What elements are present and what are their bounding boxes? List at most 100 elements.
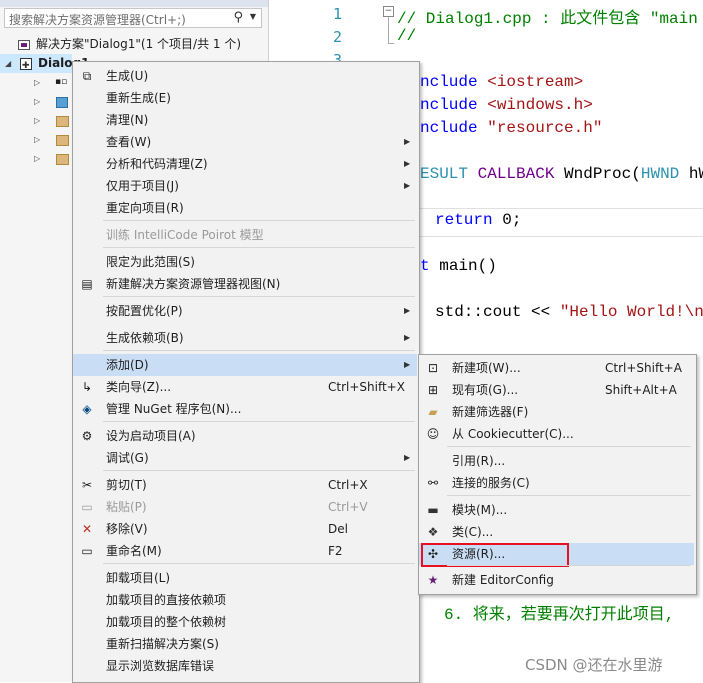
menu-item[interactable]: ✂ 剪切(T) Ctrl+X bbox=[73, 474, 417, 496]
code-token: ESULT bbox=[420, 165, 469, 183]
menu-item[interactable]: ⊞ 现有项(G)... Shift+Alt+A bbox=[419, 379, 694, 401]
menu-item: 训练 IntelliCode Poirot 模型 bbox=[73, 224, 417, 246]
collapsed-arrow-icon[interactable]: ▷ bbox=[34, 149, 40, 168]
tree-item-folder[interactable]: ▷ bbox=[0, 111, 72, 130]
menu-item[interactable]: ⊡ 新建项(W)... Ctrl+Shift+A bbox=[419, 357, 694, 379]
menu-separator bbox=[103, 563, 415, 564]
menu-item-label: 设为启动项目(A) bbox=[106, 429, 196, 443]
menu-item[interactable]: ▬ 模块(M)... bbox=[419, 499, 694, 521]
menu-item-label: 管理 NuGet 程序包(N)... bbox=[106, 402, 242, 416]
menu-item-label: 类(C)... bbox=[452, 525, 494, 539]
menu-item[interactable]: ✕ 移除(V) Del bbox=[73, 518, 417, 540]
submenu-arrow-icon: ▶ bbox=[404, 360, 411, 369]
search-box[interactable]: 搜索解决方案资源管理器(Ctrl+;) ⚲ ▼ bbox=[4, 8, 262, 28]
code-line: nclude <windows.h> bbox=[420, 96, 593, 114]
chevron-down-icon[interactable]: ▼ bbox=[250, 12, 256, 21]
tree-item-solution[interactable]: 解决方案"Dialog1"(1 个项目/共 1 个) bbox=[0, 35, 268, 54]
submenu-arrow-icon: ▶ bbox=[404, 137, 411, 146]
tree-item-folder[interactable]: ▷ bbox=[0, 130, 72, 149]
menu-item-label: 从 Cookiecutter(C)... bbox=[452, 427, 574, 441]
menu-item[interactable]: 添加(D) ▶ bbox=[73, 354, 417, 376]
menu-item-label: 模块(M)... bbox=[452, 503, 508, 517]
outline-guide bbox=[388, 17, 389, 43]
menu-item[interactable]: 清理(N) bbox=[73, 109, 417, 131]
collapse-icon[interactable]: − bbox=[383, 6, 394, 17]
menu-item[interactable]: 按配置优化(P) ▶ bbox=[73, 300, 417, 322]
code-token: nclude bbox=[420, 73, 478, 91]
collapsed-arrow-icon[interactable]: ▷ bbox=[34, 130, 40, 149]
class-icon: ❖ bbox=[427, 525, 439, 539]
submenu-arrow-icon: ▶ bbox=[404, 333, 411, 342]
menu-item[interactable]: 加载项目的直接依赖项 bbox=[73, 589, 417, 611]
menu-item[interactable]: 限定为此范围(S) bbox=[73, 251, 417, 273]
submenu-arrow-icon: ▶ bbox=[404, 306, 411, 315]
menu-item-label: 显示浏览数据库错误 bbox=[106, 659, 215, 673]
collapsed-arrow-icon[interactable]: ▷ bbox=[34, 111, 40, 130]
menu-item-label: 训练 IntelliCode Poirot 模型 bbox=[106, 228, 264, 242]
code-token: nclude bbox=[420, 119, 478, 137]
menu-item-label: 添加(D) bbox=[106, 358, 149, 372]
tree-item-project[interactable]: ◢ ✚ Dialog1 bbox=[0, 54, 89, 73]
menu-item: ▭ 粘贴(P) Ctrl+V bbox=[73, 496, 417, 518]
menu-item[interactable]: 卸载项目(L) bbox=[73, 567, 417, 589]
rename-icon: ▭ bbox=[81, 544, 93, 558]
menu-item[interactable]: ❖ 类(C)... bbox=[419, 521, 694, 543]
outline-guide bbox=[388, 43, 394, 44]
menu-item-shortcut: Ctrl+Shift+A bbox=[605, 361, 682, 375]
code-token: hWn bbox=[688, 165, 703, 183]
menu-item-label: 新建 EditorConfig bbox=[452, 573, 554, 587]
external-deps-icon bbox=[56, 97, 68, 108]
line-number: 2 bbox=[332, 28, 342, 46]
menu-item[interactable]: ↳ 类向导(Z)... Ctrl+Shift+X bbox=[73, 376, 417, 398]
menu-item[interactable]: ⚯ 连接的服务(C) bbox=[419, 472, 694, 494]
collapsed-arrow-icon[interactable]: ▷ bbox=[34, 73, 40, 92]
code-line: nclude "resource.h" bbox=[420, 119, 602, 137]
menu-item[interactable]: 生成依赖项(B) ▶ bbox=[73, 327, 417, 349]
expanded-arrow-icon[interactable]: ◢ bbox=[5, 54, 11, 73]
code-token: std::cout << bbox=[435, 303, 560, 321]
menu-item-shortcut: Ctrl+Shift+X bbox=[328, 380, 405, 394]
scissors-icon: ✂ bbox=[81, 478, 93, 492]
submenu-arrow-icon: ▶ bbox=[404, 159, 411, 168]
menu-item[interactable]: 引用(R)... bbox=[419, 450, 694, 472]
filter-folder-icon bbox=[56, 154, 69, 165]
menu-item[interactable]: ⚙ 设为启动项目(A) bbox=[73, 425, 417, 447]
collapsed-arrow-icon[interactable]: ▷ bbox=[34, 92, 40, 111]
menu-item[interactable]: ✣ 资源(R)... bbox=[419, 543, 694, 567]
tree-item-folder[interactable]: ▷ bbox=[0, 149, 72, 168]
code-line: nclude <iostream> bbox=[420, 73, 583, 91]
class-wizard-icon: ↳ bbox=[81, 380, 93, 394]
code-line: std::cout << "Hello World!\n" bbox=[435, 303, 703, 321]
remove-icon: ✕ bbox=[81, 522, 93, 536]
menu-item[interactable]: 查看(W) ▶ bbox=[73, 131, 417, 153]
paste-icon: ▭ bbox=[81, 500, 93, 514]
code-line: // bbox=[397, 27, 417, 45]
menu-item[interactable]: ⧉ 生成(U) bbox=[73, 65, 417, 87]
menu-item-label: 现有项(G)... bbox=[452, 383, 519, 397]
submenu-arrow-icon: ▶ bbox=[404, 181, 411, 190]
menu-item[interactable]: 显示浏览数据库错误 bbox=[73, 655, 417, 677]
menu-item-label: 卸载项目(L) bbox=[106, 571, 171, 585]
menu-item[interactable]: ▤ 新建解决方案资源管理器视图(N) bbox=[73, 273, 417, 295]
menu-item[interactable]: 仅用于项目(J) ▶ bbox=[73, 175, 417, 197]
menu-item[interactable]: ▰ 新建筛选器(F) bbox=[419, 401, 694, 423]
menu-item[interactable]: 重定向项目(R) bbox=[73, 197, 417, 219]
menu-item[interactable]: ▭ 重命名(M) F2 bbox=[73, 540, 417, 562]
tree-item-references[interactable]: ▷ ▪▫ bbox=[0, 73, 72, 92]
menu-item[interactable]: ◈ 管理 NuGet 程序包(N)... bbox=[73, 398, 417, 420]
menu-item[interactable]: ★ 新建 EditorConfig bbox=[419, 569, 694, 591]
menu-item[interactable]: 调试(G) ▶ bbox=[73, 447, 417, 469]
project-icon: ✚ bbox=[20, 58, 32, 70]
menu-item[interactable]: 重新生成(E) bbox=[73, 87, 417, 109]
menu-item[interactable]: 加载项目的整个依赖树 bbox=[73, 611, 417, 633]
menu-item[interactable]: 分析和代码清理(Z) ▶ bbox=[73, 153, 417, 175]
menu-item[interactable]: 重新扫描解决方案(S) bbox=[73, 633, 417, 655]
solution-icon bbox=[18, 40, 30, 50]
editorconfig-icon: ★ bbox=[427, 573, 439, 587]
menu-item-label: 按配置优化(P) bbox=[106, 304, 183, 318]
menu-separator bbox=[103, 247, 415, 248]
search-icon[interactable]: ⚲ bbox=[233, 10, 243, 25]
tree-item-external-deps[interactable]: ▷ bbox=[0, 92, 72, 111]
menu-item-label: 重新生成(E) bbox=[106, 91, 171, 105]
menu-item[interactable]: ☺ 从 Cookiecutter(C)... bbox=[419, 423, 694, 445]
